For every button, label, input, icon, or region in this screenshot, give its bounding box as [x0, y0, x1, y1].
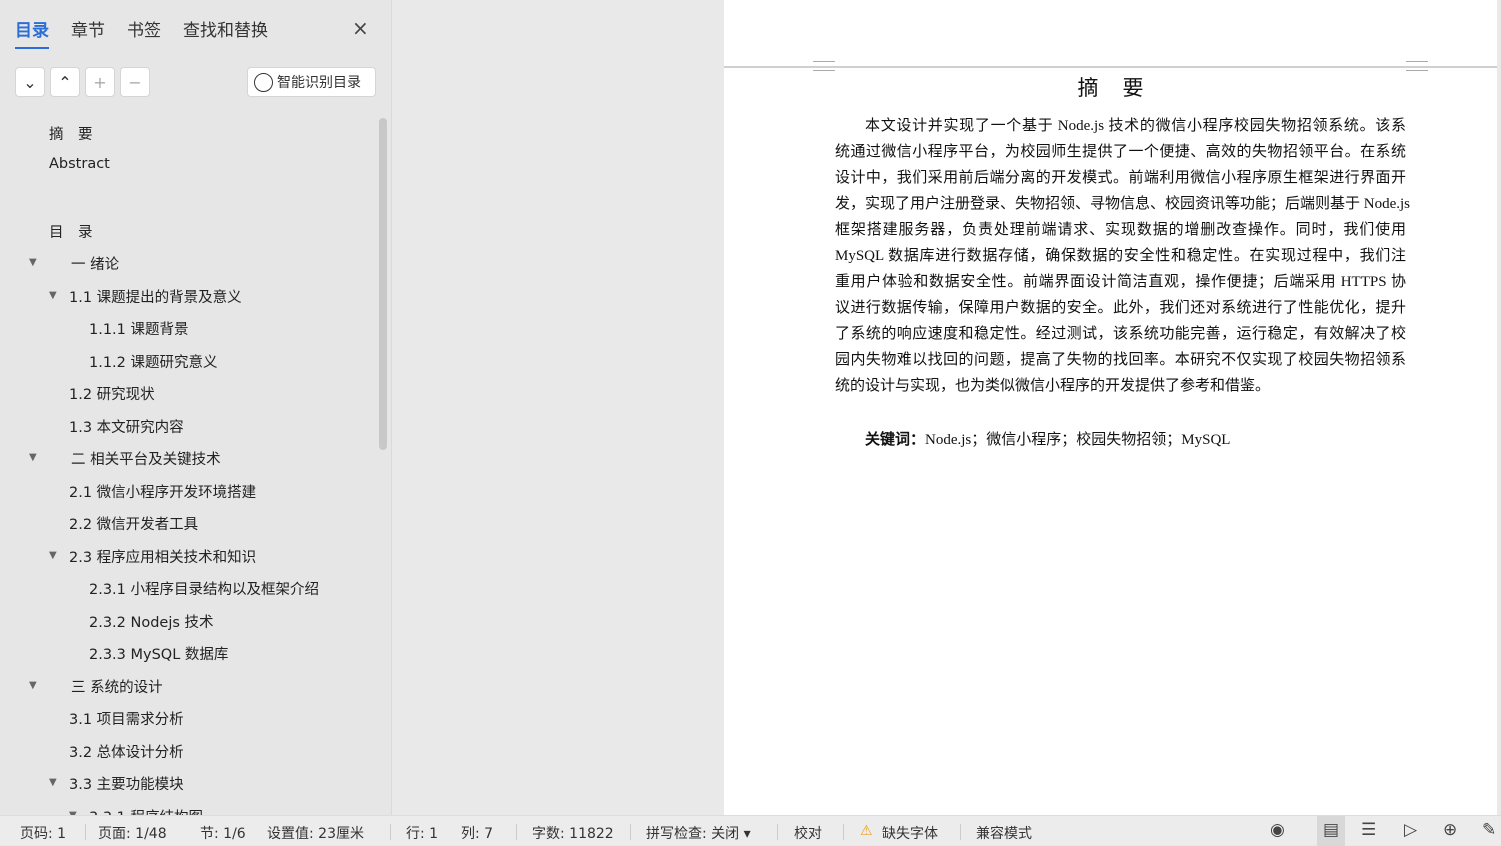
keywords-value: Node.js；微信小程序；校园失物招领；MySQL: [925, 432, 1231, 448]
document-page[interactable]: 摘要 本文设计并实现了一个基于 Node.js 技术的微信小程序校园失物招领系统…: [724, 0, 1497, 815]
paragraph-line: 园内失物难以找回的问题，提高了失物的找回率。本研究不仅实现了校园失物招领系: [835, 352, 1406, 368]
toc-item[interactable]: 2.3.2 Nodejs 技术: [89, 611, 214, 632]
margin-mark: [1406, 61, 1428, 71]
smart-icon: [254, 72, 273, 92]
expand-button[interactable]: ⌄: [15, 67, 45, 97]
toc-item[interactable]: 2.2 微信开发者工具: [69, 513, 198, 534]
toc-item[interactable]: Abstract: [49, 156, 110, 172]
proofread[interactable]: 校对: [794, 823, 822, 843]
toc-list: 摘 要 Abstract 目 录 ▼ 一 绪论 ▼ 1.1 课题提出的背景及意义 1.1.1 …: [0, 115, 378, 815]
nav-tabs: 目录 章节 书签 查找和替换: [15, 16, 268, 49]
eye-icon[interactable]: ◉: [1270, 820, 1285, 840]
paragraph-line: 本文设计并实现了一个基于 Node.js 技术的微信小程序校园失物招领系统。该系: [865, 118, 1406, 134]
chevron-down-icon: ⌄: [23, 72, 37, 92]
keywords-label: 关键词：: [865, 432, 926, 448]
plus-icon: +: [93, 72, 107, 92]
smart-toc-label: 智能识别目录: [277, 75, 361, 91]
toc-item[interactable]: 3.3 主要功能模块: [69, 773, 184, 794]
expand-arrow-icon[interactable]: ▼: [49, 777, 57, 788]
toc-item[interactable]: 2.3.3 MySQL 数据库: [89, 643, 228, 664]
smart-toc-button[interactable]: 智能识别目录: [247, 67, 376, 97]
toc-item[interactable]: 3.3.1 程序结构图: [89, 806, 203, 816]
minus-icon: −: [128, 72, 142, 92]
row: 行: 1: [406, 826, 439, 842]
pen-icon[interactable]: ✎: [1482, 820, 1496, 840]
toc-item[interactable]: 一 绪论: [71, 253, 119, 274]
toc-item[interactable]: 三 系统的设计: [71, 676, 163, 697]
paragraph-line: 议进行数据传输，保障用户数据的安全。此外，我们还对系统进行了性能优化，提升: [835, 300, 1406, 316]
margin-mark: [813, 61, 835, 71]
play-icon[interactable]: ▷: [1404, 820, 1417, 840]
scrollbar[interactable]: [379, 118, 387, 450]
toc-item[interactable]: 二 相关平台及关键技术: [71, 448, 221, 469]
expand-arrow-icon[interactable]: ▼: [29, 680, 37, 691]
compat-mode: 兼容模式: [976, 826, 1032, 842]
page-view-icon[interactable]: ▤: [1317, 816, 1345, 846]
paragraph-line: MySQL 数据库进行数据存储，确保数据的安全性和稳定性。在实现过程中，我们注: [835, 248, 1406, 264]
paragraph-line: 统通过微信小程序平台，为校园师生提供了一个便捷、高效的失物招领平台。在系统: [835, 144, 1406, 160]
expand-arrow-icon[interactable]: ▼: [29, 257, 37, 268]
add-button[interactable]: +: [85, 67, 115, 97]
paragraph-line: 设计中，我们采用前后端分离的开发模式。前端利用微信小程序原生框架进行界面开: [835, 170, 1406, 186]
section[interactable]: 节: 1/6: [200, 823, 246, 843]
toc-item[interactable]: 1.2 研究现状: [69, 383, 155, 404]
expand-arrow-icon[interactable]: ▼: [29, 452, 37, 463]
navigation-pane: 目录 章节 书签 查找和替换 × ⌄ ⌃ + − 智能识别目录 摘 要 Abstr…: [0, 0, 392, 815]
missing-font[interactable]: 缺失字体: [882, 823, 938, 843]
paragraph-line: 发，实现了用户注册登录、失物招领、寻物信息、校园资讯等功能；后端则基于 Node…: [835, 196, 1410, 212]
tab-bookmarks[interactable]: 书签: [127, 16, 161, 49]
warning-icon: ⚠: [860, 823, 873, 839]
tab-toc[interactable]: 目录: [15, 16, 49, 49]
setting-value[interactable]: 设置值: 23厘米: [267, 823, 364, 843]
header-line: [724, 66, 1497, 68]
outline-view-icon[interactable]: ☰: [1361, 820, 1376, 840]
tab-find-replace[interactable]: 查找和替换: [183, 16, 268, 49]
tab-chapters[interactable]: 章节: [71, 16, 105, 49]
toc-item[interactable]: 1.1.1 课题背景: [89, 318, 189, 339]
toc-item[interactable]: 2.3.1 小程序目录结构以及框架介绍: [89, 578, 319, 599]
toc-item[interactable]: 1.1 课题提出的背景及意义: [69, 286, 242, 307]
doc-title: 摘要: [1077, 76, 1168, 100]
status-bar: 页码: 1 页面: 1/48 节: 1/6 设置值: 23厘米 行: 1 列: …: [0, 815, 1501, 846]
close-icon[interactable]: ×: [352, 16, 369, 40]
keywords: 关键词：Node.js；微信小程序；校园失物招领；MySQL: [865, 428, 1230, 449]
web-view-icon[interactable]: ⊕: [1443, 820, 1457, 840]
toc-item[interactable]: 目 录: [49, 221, 93, 242]
word-count[interactable]: 字数: 11822: [532, 823, 614, 843]
paragraph-line: 了系统的响应速度和稳定性。经过测试，该系统功能完善，运行稳定，有效解决了校: [835, 326, 1406, 342]
paragraph-line: 统的设计与实现，也为类似微信小程序的开发提供了参考和借鉴。: [835, 378, 1271, 394]
toc-item[interactable]: 3.1 项目需求分析: [69, 708, 184, 729]
toc-item[interactable]: 2.1 微信小程序开发环境搭建: [69, 481, 256, 502]
paragraph-line: 框架搭建服务器，负责处理前端请求、实现数据的增删改查操作。同时，我们使用: [835, 222, 1406, 238]
toc-item[interactable]: 3.2 总体设计分析: [69, 741, 184, 762]
expand-arrow-icon[interactable]: ▼: [49, 550, 57, 561]
collapse-button[interactable]: ⌃: [50, 67, 80, 97]
page-count[interactable]: 页面: 1/48: [98, 823, 167, 843]
toc-item[interactable]: 1.1.2 课题研究意义: [89, 351, 218, 372]
toc-item[interactable]: 摘 要: [49, 123, 93, 144]
toc-item[interactable]: 2.3 程序应用相关技术和知识: [69, 546, 256, 567]
remove-button[interactable]: −: [120, 67, 150, 97]
page-number[interactable]: 页码: 1: [20, 823, 66, 843]
chevron-up-icon: ⌃: [58, 72, 72, 92]
column: 列: 7: [461, 826, 494, 842]
toc-item[interactable]: 1.3 本文研究内容: [69, 416, 184, 437]
spell-check[interactable]: 拼写检查: 关闭 ▾: [646, 823, 751, 843]
paragraph-line: 重用户体验和数据安全性。前端界面设计简洁直观，操作便捷；后端采用 HTTPS 协: [835, 274, 1406, 290]
expand-arrow-icon[interactable]: ▼: [49, 290, 57, 301]
